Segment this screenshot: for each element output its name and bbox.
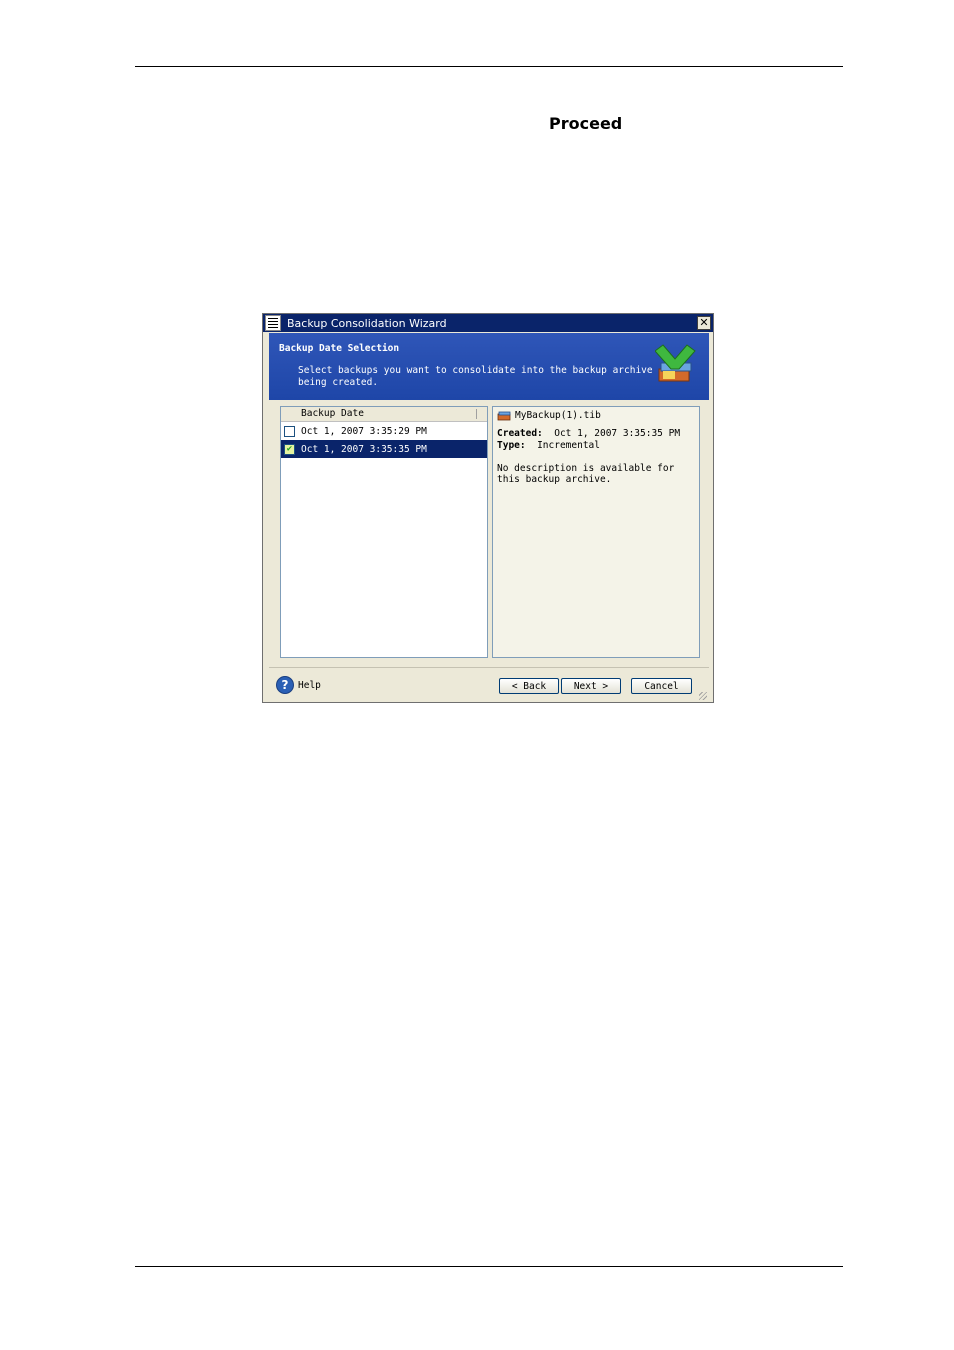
list-item-label: Oct 1, 2007 3:35:35 PM (301, 443, 427, 455)
type-value: Incremental (537, 440, 600, 451)
wizard-footer: ? Help < Back Next > Cancel (269, 667, 709, 702)
list-item[interactable]: Oct 1, 2007 3:35:29 PM (281, 422, 487, 440)
column-header-backup-date[interactable]: Backup Date (281, 407, 487, 422)
help-button[interactable]: ? Help (276, 676, 321, 694)
archive-file-icon (497, 411, 511, 420)
back-button[interactable]: < Back (499, 678, 559, 694)
proceed-heading: Proceed (549, 114, 623, 133)
archive-description: No description is available for this bac… (497, 463, 675, 485)
header-rule (135, 66, 843, 67)
backup-date-list[interactable]: Backup Date Oct 1, 2007 3:35:29 PM ✔ Oct… (280, 406, 488, 658)
created-label: Created: (497, 428, 543, 439)
banner-title: Backup Date Selection (279, 343, 400, 354)
system-menu-icon[interactable] (265, 315, 281, 331)
close-button[interactable]: ✕ (697, 316, 711, 330)
checkbox[interactable]: ✔ (284, 443, 295, 455)
checkbox[interactable] (284, 425, 295, 437)
window-title: Backup Consolidation Wizard (287, 316, 447, 330)
list-item[interactable]: ✔ Oct 1, 2007 3:35:35 PM (281, 440, 487, 458)
created-line: Created: Oct 1, 2007 3:35:35 PM (497, 428, 695, 440)
consolidation-icon (655, 344, 696, 382)
footer-rule (135, 1266, 843, 1267)
archive-file-name: MyBackup(1).tib (515, 410, 601, 421)
wizard-content: Backup Date Oct 1, 2007 3:35:29 PM ✔ Oct… (269, 400, 709, 668)
banner-description: Select backups you want to consolidate i… (298, 365, 653, 388)
created-value: Oct 1, 2007 3:35:35 PM (554, 428, 681, 439)
wizard-banner: Backup Date Selection Select backups you… (269, 333, 709, 400)
resize-grip[interactable] (699, 692, 707, 700)
list-item-label: Oct 1, 2007 3:35:29 PM (301, 425, 427, 437)
cancel-button[interactable]: Cancel (631, 678, 692, 694)
help-label: Help (298, 679, 321, 691)
archive-file: MyBackup(1).tib (497, 410, 695, 421)
backup-consolidation-wizard-dialog: Backup Consolidation Wizard ✕ Backup Dat… (262, 313, 714, 703)
type-label: Type: (497, 440, 526, 451)
help-icon[interactable]: ? (276, 676, 294, 694)
title-bar[interactable]: Backup Consolidation Wizard ✕ (263, 314, 713, 332)
type-line: Type: Incremental (497, 440, 695, 452)
next-button[interactable]: Next > (561, 678, 621, 694)
backup-info-panel: MyBackup(1).tib Created: Oct 1, 2007 3:3… (492, 406, 700, 658)
